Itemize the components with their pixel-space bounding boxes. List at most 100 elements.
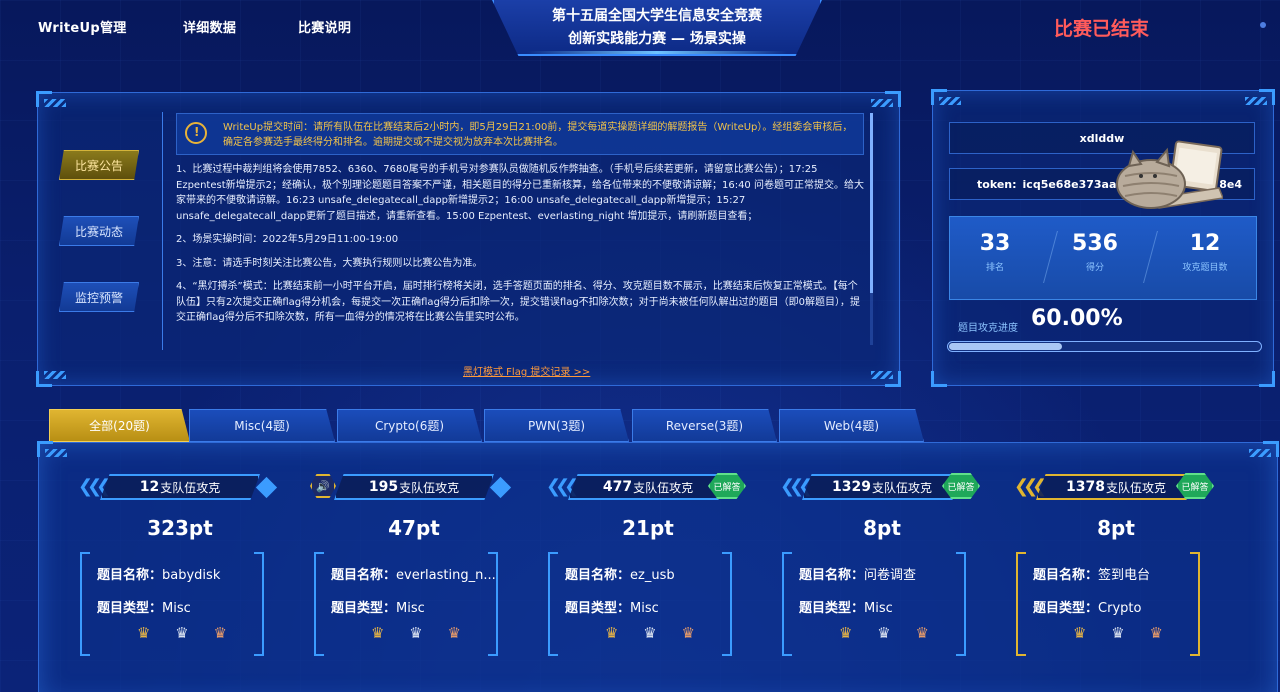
solve-count-suffix: 支队伍攻克 xyxy=(633,480,694,495)
challenge-type: Misc xyxy=(864,601,893,616)
challenge-type-row: 题目类型：Misc xyxy=(799,597,893,616)
third-blood-crown-icon: ♛ xyxy=(213,624,227,642)
tab-reverse[interactable]: Reverse(3题) xyxy=(632,409,777,442)
challenge-name: everlasting_n... xyxy=(396,568,496,583)
chevrons-icon: ❮❮❮ xyxy=(78,476,111,497)
tab-pwn[interactable]: PWN(3题) xyxy=(484,409,629,442)
cat-laptop-mascot-icon xyxy=(1116,140,1223,209)
panel-stripe xyxy=(871,99,893,107)
scrollbar-thumb[interactable] xyxy=(870,113,873,293)
challenge-name-row: 题目名称：问卷调查 xyxy=(799,564,916,583)
blood-crowns: ♛ ♛ ♛ xyxy=(1073,624,1163,642)
writeup-notice: WriteUp提交时间：请所有队伍在比赛结束后2小时内，即5月29日21:00前… xyxy=(176,113,864,155)
challenge-name-key: 题目名称： xyxy=(97,568,163,583)
announcement-item: 1、比赛过程中裁判组将会使用7852、6360、7680尾号的手机号对参赛队员做… xyxy=(176,164,864,222)
challenge-type: Misc xyxy=(630,601,659,616)
sidebar-item-announcements[interactable]: 比赛公告 xyxy=(59,150,139,180)
panel-corner xyxy=(931,371,947,387)
announcement-scrollbar[interactable] xyxy=(870,113,873,345)
challenge-name-key: 题目名称： xyxy=(331,568,397,583)
progress-label: 题目攻克进度 xyxy=(958,323,1018,334)
challenge-type-row: 题目类型：Crypto xyxy=(1033,597,1141,616)
challenge-score: 323pt xyxy=(147,516,213,540)
challenge-name-key: 题目名称： xyxy=(1033,568,1099,583)
nav-competition-rules[interactable]: 比赛说明 xyxy=(298,17,351,36)
tab-web[interactable]: Web(4题) xyxy=(779,409,924,442)
stat-score-label: 得分 xyxy=(1085,263,1104,273)
tab-crypto[interactable]: Crypto(6题) xyxy=(337,409,482,442)
challenge-card[interactable]: 🔊 195 支队伍攻克 47pt 题目名称：everlasting_n... 题… xyxy=(310,470,514,670)
challenge-type-key: 题目类型： xyxy=(331,601,397,616)
sidebar-divider xyxy=(162,112,163,350)
second-blood-crown-icon: ♛ xyxy=(1111,624,1125,642)
challenge-info[interactable]: 题目名称：everlasting_n... 题目类型：Misc ♛ ♛ ♛ xyxy=(314,552,498,658)
panel-stripe xyxy=(1245,97,1267,105)
blackout-flag-records-link[interactable]: 黑灯模式 Flag 提交记录 >> xyxy=(463,363,590,378)
bracket-left xyxy=(782,552,792,656)
sidebar-item-monitoring[interactable]: 监控预警 xyxy=(59,282,139,312)
second-blood-crown-icon: ♛ xyxy=(643,624,657,642)
tab-all[interactable]: 全部(20题) xyxy=(49,409,190,442)
panel-corner xyxy=(1259,371,1275,387)
token-value[interactable]: icq5e68e373aa2 xyxy=(1023,178,1125,191)
first-blood-crown-icon: ♛ xyxy=(605,624,619,642)
second-blood-crown-icon: ♛ xyxy=(409,624,423,642)
announcement-content: 1、比赛过程中裁判组将会使用7852、6360、7680尾号的手机号对参赛队员做… xyxy=(176,162,864,334)
sidebar-item-dynamics[interactable]: 比赛动态 xyxy=(59,216,139,246)
stat-score-value: 536 xyxy=(1072,231,1118,256)
stat-rank: 33 排名 xyxy=(950,231,1040,273)
challenge-type: Crypto xyxy=(1098,601,1142,616)
third-blood-crown-icon: ♛ xyxy=(681,624,695,642)
announcement-item: 2、场景实操时间：2022年5月29日11:00-19:00 xyxy=(176,234,399,245)
challenge-info[interactable]: 题目名称：babydisk 题目类型：Misc ♛ ♛ ♛ xyxy=(80,552,264,658)
challenge-name: ez_usb xyxy=(630,568,675,583)
challenge-type-key: 题目类型： xyxy=(97,601,163,616)
challenge-card[interactable]: ❮❮❮ 1329 支队伍攻克 已解答 8pt 题目名称：问卷调查 题目类型：Mi… xyxy=(780,470,982,670)
first-blood-crown-icon: ♛ xyxy=(1073,624,1087,642)
solve-count-suffix: 支队伍攻克 xyxy=(871,480,932,495)
challenge-info[interactable]: 题目名称：签到电台 题目类型：Crypto ♛ ♛ ♛ xyxy=(1016,552,1200,658)
chevrons-icon: ❮❮❮ xyxy=(546,476,579,497)
stat-score: 536 得分 xyxy=(1050,231,1140,273)
stat-solved-value: 12 xyxy=(1189,231,1221,256)
nav-writeup-management[interactable]: WriteUp管理 xyxy=(38,17,127,36)
challenge-type-key: 题目类型： xyxy=(565,601,631,616)
challenge-score: 8pt xyxy=(1097,516,1135,540)
challenge-card[interactable]: ❮❮❮ 12 支队伍攻克 323pt 题目名称：babydisk 题目类型：Mi… xyxy=(78,470,280,670)
challenge-info[interactable]: 题目名称：问卷调查 题目类型：Misc ♛ ♛ ♛ xyxy=(782,552,966,658)
challenge-name: babydisk xyxy=(162,568,221,583)
tab-misc[interactable]: Misc(4题) xyxy=(189,409,335,442)
challenge-type-row: 题目类型：Misc xyxy=(331,597,425,616)
solve-count: 12 xyxy=(139,479,160,495)
nav-detailed-data[interactable]: 详细数据 xyxy=(183,17,236,36)
competition-title: 第十五届全国大学生信息安全竞赛 创新实践能力赛 — 场景实操 xyxy=(492,0,822,56)
corner-dot-icon xyxy=(1260,22,1266,28)
bracket-left xyxy=(548,552,558,656)
solve-count: 477 xyxy=(602,479,633,495)
panel-stripe xyxy=(45,449,67,457)
bracket-right xyxy=(1190,552,1200,656)
bracket-right xyxy=(956,552,966,656)
solve-count-pill: 12 支队伍攻克 xyxy=(100,474,260,500)
stat-solved-label: 攻克题目数 xyxy=(1182,263,1228,273)
challenge-info[interactable]: 题目名称：ez_usb 题目类型：Misc ♛ ♛ ♛ xyxy=(548,552,732,658)
first-blood-crown-icon: ♛ xyxy=(137,624,151,642)
chevrons-icon: ❮❮❮ xyxy=(1014,476,1047,497)
progress-bar-fill xyxy=(949,343,1062,350)
challenge-name-row: 题目名称：everlasting_n... xyxy=(331,564,496,583)
challenge-name-row: 题目名称：签到电台 xyxy=(1033,564,1150,583)
challenge-name-row: 题目名称：ez_usb xyxy=(565,564,675,583)
blood-crowns: ♛ ♛ ♛ xyxy=(371,624,461,642)
second-blood-crown-icon: ♛ xyxy=(175,624,189,642)
sound-icon[interactable]: 🔊 xyxy=(310,474,336,498)
challenge-type-row: 题目类型：Misc xyxy=(97,597,191,616)
panel-stripe xyxy=(1249,449,1271,457)
panel-stripe xyxy=(44,99,66,107)
top-navigation: WriteUp管理 详细数据 比赛说明 第十五届全国大学生信息安全竞赛 创新实践… xyxy=(0,0,1280,56)
title-line-2: 创新实践能力赛 — 场景实操 xyxy=(568,31,746,47)
panel-stripe xyxy=(871,371,893,379)
challenge-type: Misc xyxy=(162,601,191,616)
challenge-card[interactable]: ❮❮❮ 1378 支队伍攻克 已解答 8pt 题目名称：签到电台 题目类型：Cr… xyxy=(1014,470,1216,670)
challenge-card[interactable]: ❮❮❮ 477 支队伍攻克 已解答 21pt 题目名称：ez_usb 题目类型：… xyxy=(546,470,748,670)
stat-rank-value: 33 xyxy=(979,231,1011,256)
